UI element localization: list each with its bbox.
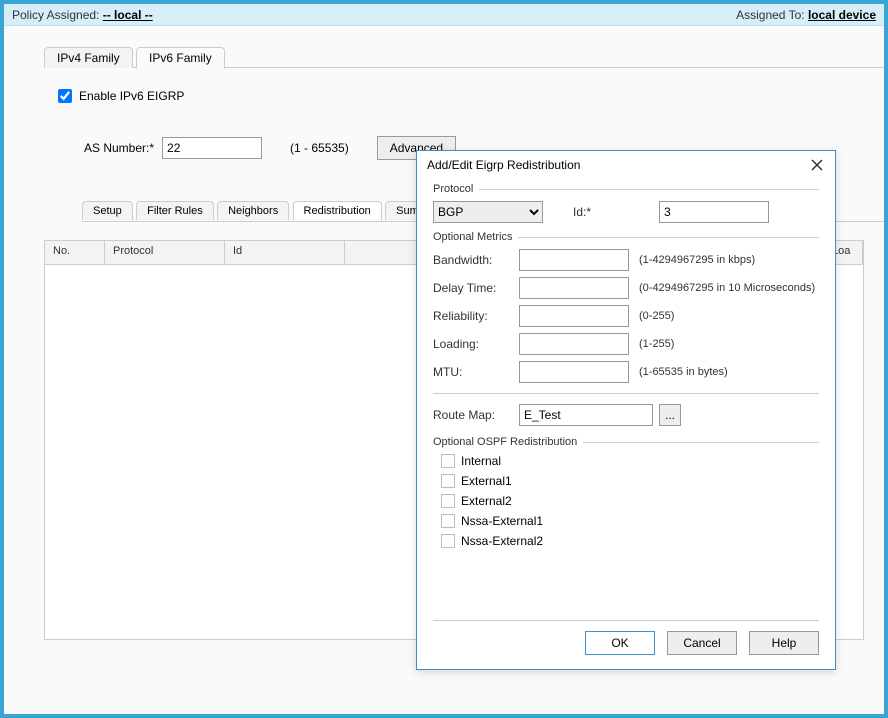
mtu-input[interactable] — [519, 361, 629, 383]
reliability-label: Reliability: — [433, 309, 519, 323]
ospf-external1-checkbox[interactable] — [441, 474, 455, 488]
route-map-picker-button[interactable]: ... — [659, 404, 681, 426]
delay-time-input[interactable] — [519, 277, 629, 299]
col-no[interactable]: No. — [45, 241, 105, 264]
loading-input[interactable] — [519, 333, 629, 355]
ospf-external2-checkbox[interactable] — [441, 494, 455, 508]
mtu-hint: (1-65535 in bytes) — [639, 366, 728, 378]
bandwidth-hint: (1-4294967295 in kbps) — [639, 254, 755, 266]
protocol-select[interactable]: BGP — [433, 201, 543, 223]
close-icon[interactable] — [809, 157, 825, 173]
ok-button[interactable]: OK — [585, 631, 655, 655]
id-input[interactable] — [659, 201, 769, 223]
bandwidth-input[interactable] — [519, 249, 629, 271]
as-number-label: AS Number:* — [84, 141, 154, 155]
ospf-nssa-external2-label: Nssa-External2 — [461, 534, 543, 548]
ospf-external2-label: External2 — [461, 494, 512, 508]
sub-tab-neighbors[interactable]: Neighbors — [217, 201, 289, 220]
route-map-label: Route Map: — [433, 408, 519, 422]
enable-ipv6-eigrp-checkbox[interactable] — [58, 89, 72, 103]
ospf-external1-label: External1 — [461, 474, 512, 488]
loading-label: Loading: — [433, 337, 519, 351]
delay-time-label: Delay Time: — [433, 281, 519, 295]
sub-tab-setup[interactable]: Setup — [82, 201, 133, 220]
reliability-hint: (0-255) — [639, 310, 674, 322]
ospf-nssa-external1-checkbox[interactable] — [441, 514, 455, 528]
top-info-bar: Policy Assigned: -- local -- Assigned To… — [4, 4, 884, 26]
enable-ipv6-eigrp-label: Enable IPv6 EIGRP — [79, 89, 184, 103]
col-id[interactable]: Id — [225, 241, 345, 264]
optional-ospf-group-label: Optional OSPF Redistribution — [433, 436, 577, 448]
tab-ipv6-family[interactable]: IPv6 Family — [136, 47, 225, 69]
reliability-input[interactable] — [519, 305, 629, 327]
bandwidth-label: Bandwidth: — [433, 253, 519, 267]
protocol-group-label: Protocol — [433, 183, 473, 195]
col-protocol[interactable]: Protocol — [105, 241, 225, 264]
ospf-internal-label: Internal — [461, 454, 501, 468]
assigned-to-link[interactable]: local device — [808, 8, 876, 22]
add-edit-eigrp-redistribution-dialog: Add/Edit Eigrp Redistribution Protocol B… — [416, 150, 836, 670]
loading-hint: (1-255) — [639, 338, 674, 350]
mtu-label: MTU: — [433, 365, 519, 379]
optional-metrics-group-label: Optional Metrics — [433, 231, 512, 243]
as-number-input[interactable] — [162, 137, 262, 159]
sub-tab-redistribution[interactable]: Redistribution — [293, 201, 382, 221]
id-label: Id:* — [573, 205, 659, 219]
ospf-nssa-external1-label: Nssa-External1 — [461, 514, 543, 528]
family-tabs: IPv4 Family IPv6 Family — [44, 46, 884, 68]
tab-ipv4-family[interactable]: IPv4 Family — [44, 47, 133, 68]
sub-tab-filter-rules[interactable]: Filter Rules — [136, 201, 214, 220]
route-map-input[interactable] — [519, 404, 653, 426]
as-number-range: (1 - 65535) — [290, 141, 349, 155]
policy-assigned-link[interactable]: -- local -- — [103, 8, 153, 22]
assigned-to: Assigned To: local device — [736, 8, 876, 22]
assigned-to-label: Assigned To: — [736, 8, 805, 22]
delay-time-hint: (0-4294967295 in 10 Microseconds) — [639, 282, 815, 294]
enable-ipv6-eigrp-row: Enable IPv6 EIGRP — [54, 86, 884, 106]
policy-assigned-label: Policy Assigned: — [12, 8, 99, 22]
policy-assigned: Policy Assigned: -- local -- — [12, 8, 153, 22]
help-button[interactable]: Help — [749, 631, 819, 655]
ospf-nssa-external2-checkbox[interactable] — [441, 534, 455, 548]
ospf-internal-checkbox[interactable] — [441, 454, 455, 468]
dialog-title: Add/Edit Eigrp Redistribution — [427, 158, 580, 172]
cancel-button[interactable]: Cancel — [667, 631, 737, 655]
